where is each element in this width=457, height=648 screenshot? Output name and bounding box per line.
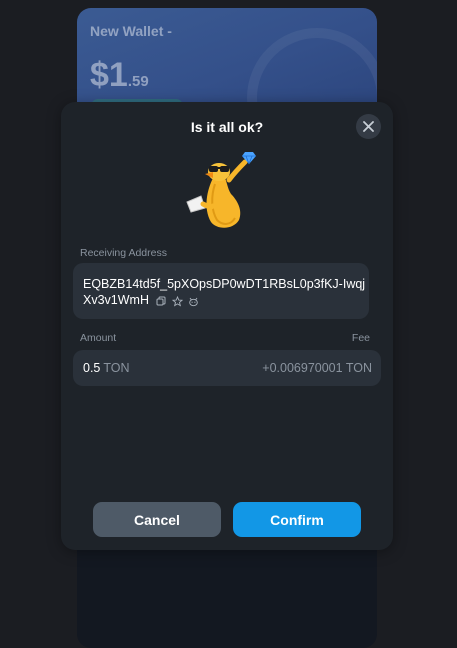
receiving-address-label: Receiving Address <box>80 247 167 259</box>
amount-value-group: 0.5 TON <box>83 361 130 375</box>
wallet-name: New Wallet - <box>90 23 172 39</box>
balance-integer: $1 <box>90 56 128 94</box>
balance-fraction: .59 <box>127 73 149 90</box>
copy-icon[interactable] <box>156 296 166 306</box>
close-icon <box>363 121 374 132</box>
duck-sticker-icon <box>186 152 256 228</box>
fee-label: Fee <box>351 332 370 344</box>
amount-fee-field: 0.5 TON +0.006970001 TON <box>73 350 381 386</box>
fee-value: +0.006970001 TON <box>262 361 372 375</box>
star-icon[interactable] <box>171 295 184 307</box>
confirm-transaction-modal: Is it all ok? Receiving Address EQBZB14t… <box>61 102 393 550</box>
close-button[interactable] <box>356 114 381 139</box>
modal-title: Is it all ok? <box>190 119 264 135</box>
amount-label: Amount <box>80 332 117 344</box>
address-actions <box>156 293 201 309</box>
amount-unit: TON <box>103 361 130 375</box>
wallet-balance: $1.59 <box>90 56 149 95</box>
bot-icon[interactable] <box>188 296 199 307</box>
cancel-button[interactable]: Cancel <box>93 502 221 537</box>
amount-value: 0.5 <box>83 361 101 375</box>
receiving-address-value[interactable]: EQBZB14td5f_5pXOpsDP0wDT1RBsL0p3fKJ-Iwqj… <box>83 277 365 307</box>
receiving-address-field: EQBZB14td5f_5pXOpsDP0wDT1RBsL0p3fKJ-Iwqj… <box>73 263 369 319</box>
confirm-button[interactable]: Confirm <box>233 502 361 537</box>
